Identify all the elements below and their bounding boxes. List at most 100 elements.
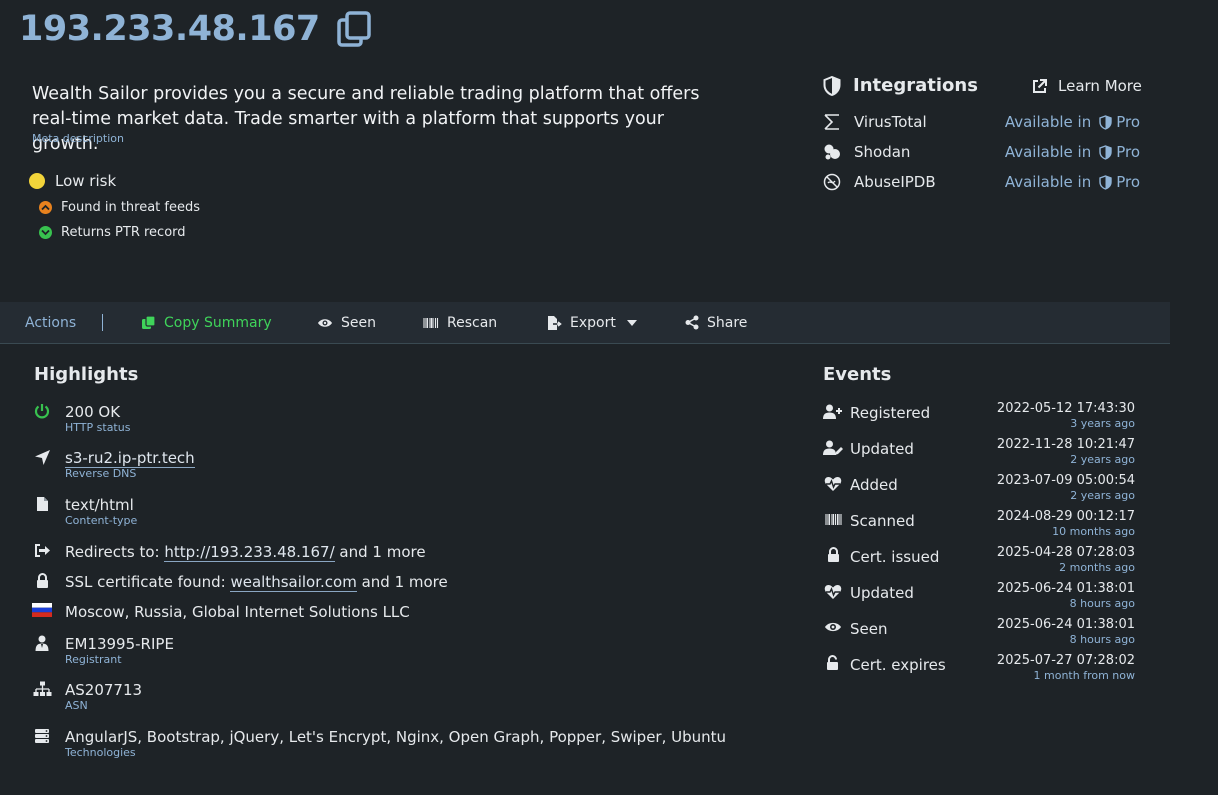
share-button[interactable]: Share: [685, 315, 747, 331]
copy-summary-button[interactable]: Copy Summary: [141, 315, 272, 331]
event-date: 2025-07-27 07:28:02: [996, 653, 1135, 668]
event-ago: 2 years ago: [1070, 453, 1135, 466]
event-ago: 10 months ago: [1052, 525, 1135, 538]
event-label: Cert. issued: [850, 548, 940, 566]
integration-shodan[interactable]: Shodan Available in Pro: [823, 143, 1140, 161]
pro-shield-icon: [1099, 114, 1112, 130]
risk-item-threat-feeds: Found in threat feeds: [39, 200, 200, 215]
event-date: 2025-06-24 01:38:01: [996, 617, 1135, 632]
ssl-domain-link[interactable]: wealthsailor.com: [230, 573, 357, 592]
ssl-prefix: SSL certificate found:: [65, 573, 226, 591]
lock-icon: [36, 573, 48, 588]
network-icon: [33, 681, 51, 696]
highlights-title: Highlights: [34, 364, 139, 385]
sigma-icon: [824, 114, 839, 130]
eye-icon: [318, 318, 332, 327]
event-ago: 8 hours ago: [1069, 633, 1135, 646]
user-edit-icon: [823, 440, 843, 455]
user-plus-icon: [823, 404, 842, 419]
external-link-icon: [1033, 78, 1047, 93]
copy-summary-label: Copy Summary: [164, 314, 272, 331]
export-dropdown[interactable]: Export: [546, 315, 637, 331]
chevron-up-icon: [39, 201, 52, 214]
availability-label: Available in: [1004, 113, 1092, 131]
meta-description: Wealth Sailor provides you a secure and …: [32, 84, 700, 154]
learn-more-link[interactable]: Learn More: [1031, 77, 1142, 95]
event-label: Cert. expires: [850, 656, 946, 674]
integration-virustotal[interactable]: VirusTotal Available in Pro: [823, 113, 1140, 131]
integrations-header: Integrations: [823, 75, 978, 96]
event-row: Updated 2022-11-28 10:21:47 2 years ago: [823, 437, 1135, 467]
share-icon: [685, 315, 699, 330]
power-icon: [34, 404, 50, 419]
event-date: 2022-05-12 17:43:30: [996, 401, 1135, 416]
event-date: 2022-11-28 10:21:47: [996, 437, 1135, 452]
event-label: Updated: [850, 584, 914, 602]
action-bar: Actions Copy Summary Seen Rescan Export: [0, 302, 1170, 344]
risk-level-label: Low risk: [55, 172, 117, 190]
integration-availability: Available in Pro: [1005, 173, 1140, 191]
user-tie-icon: [35, 635, 49, 651]
seen-button[interactable]: Seen: [317, 315, 376, 331]
event-label: Seen: [850, 620, 888, 638]
content-type-label: Content-type: [65, 514, 138, 527]
rescan-button[interactable]: Rescan: [423, 315, 497, 331]
event-row: Cert. expires 2025-07-27 07:28:02 1 month…: [823, 653, 1135, 683]
redirects-suffix: and 1 more: [339, 543, 426, 561]
risk-item-ptr-record: Returns PTR record: [39, 225, 186, 240]
shield-icon: [823, 75, 841, 96]
actions-label: Actions: [25, 314, 77, 331]
redirect-link[interactable]: http://193.233.48.167/: [164, 543, 335, 562]
integration-name: AbuseIPDB: [854, 173, 936, 191]
event-label: Added: [850, 476, 898, 494]
integration-abuseipdb[interactable]: AbuseIPDB Available in Pro: [823, 173, 1140, 191]
event-label: Scanned: [850, 512, 915, 530]
highlight-ssl: SSL certificate found: wealthsailor.com …: [32, 573, 448, 592]
integration-availability: Available in Pro: [1005, 113, 1140, 131]
ssl-suffix: and 1 more: [361, 573, 448, 591]
server-icon: [35, 729, 49, 743]
caret-down-icon: [626, 319, 637, 326]
rescan-label: Rescan: [447, 314, 498, 331]
pro-shield-icon: [1099, 144, 1112, 160]
copy-icon: [142, 315, 156, 329]
barcode-icon: [824, 514, 842, 525]
integration-name: Shodan: [854, 143, 911, 161]
heartbeat-icon: [824, 585, 842, 599]
technologies-value: AngularJS, Bootstrap, jQuery, Let's Encr…: [65, 728, 727, 746]
event-row: Cert. issued 2025-04-28 07:28:03 2 months…: [823, 545, 1135, 575]
risk-dot-icon: [29, 173, 45, 189]
reverse-dns-link[interactable]: s3-ru2.ip-ptr.tech: [65, 449, 195, 468]
highlight-redirects: Redirects to: http://193.233.48.167/ and…: [32, 543, 426, 562]
file-export-icon: [548, 315, 562, 330]
file-icon: [36, 497, 48, 511]
highlight-reverse-dns: s3-ru2.ip-ptr.tech Reverse DNS: [32, 449, 195, 481]
highlight-registrant: EM13995-RIPE Registrant: [32, 635, 174, 667]
event-label: Updated: [850, 440, 914, 458]
http-status-value: 200 OK: [65, 403, 121, 421]
http-status-label: HTTP status: [65, 421, 131, 434]
event-row: Registered 2022-05-12 17:43:30 3 years ag…: [823, 401, 1135, 431]
ip-address-title: 193.233.48.167: [19, 9, 374, 49]
event-ago: 2 years ago: [1070, 489, 1135, 502]
barcode-icon: [423, 317, 439, 328]
reverse-dns-label: Reverse DNS: [65, 467, 137, 480]
events-title: Events: [823, 364, 892, 385]
pro-label: Pro: [1116, 113, 1140, 131]
risk-item-label: Returns PTR record: [61, 225, 186, 240]
event-ago: 3 years ago: [1070, 417, 1135, 430]
event-date: 2025-06-24 01:38:01: [996, 581, 1135, 596]
highlight-http-status: 200 OK HTTP status: [32, 403, 130, 435]
share-label: Share: [707, 314, 748, 331]
chevron-down-icon: [39, 226, 52, 239]
actions-divider: [102, 314, 103, 331]
availability-label: Available in: [1004, 143, 1092, 161]
pro-label: Pro: [1116, 173, 1140, 191]
asn-value: AS207713: [65, 681, 143, 699]
export-label: Export: [570, 314, 616, 331]
copy-icon[interactable]: [336, 10, 374, 48]
highlight-technologies: AngularJS, Bootstrap, jQuery, Let's Encr…: [32, 728, 726, 760]
heartbeat-icon: [824, 477, 842, 491]
seen-label: Seen: [341, 314, 376, 331]
abuseipdb-icon: [823, 173, 841, 191]
